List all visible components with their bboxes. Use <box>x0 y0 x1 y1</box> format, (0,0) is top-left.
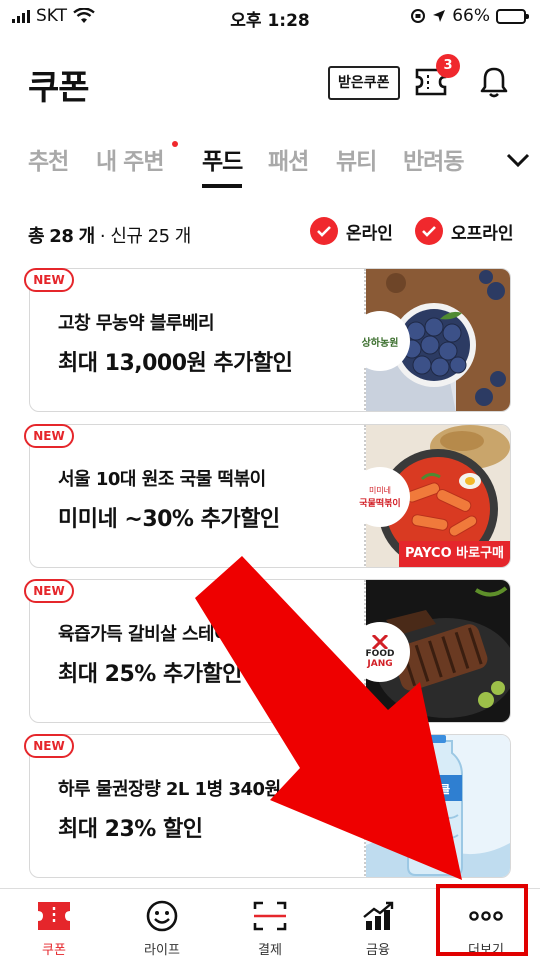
coupon-benefit: 최대 23% 할인 <box>58 817 203 842</box>
bell-icon[interactable] <box>476 64 512 100</box>
offline-filter-checkbox[interactable]: 오프라인 <box>415 217 514 245</box>
new-badge: NEW <box>24 424 74 448</box>
coupon-card[interactable]: 고창 무농약 블루베리 최대 13,000원 추가할인 상하농원 <box>29 268 511 412</box>
coupon-subtitle: 육즙가득 갈비살 스테이크 등 <box>58 624 269 645</box>
check-icon <box>310 217 338 245</box>
coupon-benefit: 최대 13,000원 추가할인 <box>58 351 293 376</box>
new-badge: NEW <box>24 579 74 603</box>
location-icon <box>433 10 446 22</box>
coupon-subtitle: 고창 무농약 블루베리 <box>58 313 215 334</box>
tab-nearby[interactable]: 내 주변 <box>96 142 164 176</box>
coupon-count: 총 28 개 · 신규 25 개 <box>28 226 191 247</box>
coupon-subtitle: 하루 물권장량 2L 1병 340원 <box>58 779 281 800</box>
coupon-benefit: 최대 25% 추가할인 <box>58 662 242 687</box>
nav-coupon[interactable]: 쿠폰 <box>0 889 108 961</box>
coupon-icon <box>38 902 70 930</box>
coupon-card[interactable]: 하루 물권장량 2L 1병 340원 최대 23% 할인 스파클 <box>29 734 511 878</box>
brand-logo: 미미네 국물떡볶이 <box>350 467 410 527</box>
coupon-card[interactable]: 육즙가득 갈비살 스테이크 등 최대 25% 추가할인 FOOD JANG <box>29 579 511 723</box>
nav-life[interactable]: 라이프 <box>108 889 216 961</box>
nav-payment[interactable]: 결제 <box>216 889 324 961</box>
filter-bar: 총 28 개 · 신규 25 개 온라인 오프라인 <box>0 214 540 254</box>
online-filter-checkbox[interactable]: 온라인 <box>310 217 393 245</box>
category-tabs: 추천 내 주변 푸드 패션 뷰티 반려동 <box>0 138 540 190</box>
new-dot-indicator <box>172 141 178 147</box>
status-bar: SKT 오후 1:28 66% <box>0 0 540 34</box>
coupon-card[interactable]: 서울 10대 원조 국물 떡볶이 미미네 ~30% 추가할인 미미네 국물떡볶이… <box>29 424 511 568</box>
check-icon <box>415 217 443 245</box>
nav-finance[interactable]: 금융 <box>324 889 432 961</box>
product-label: 스파클 <box>420 782 450 796</box>
battery-percent: 66% <box>452 6 490 26</box>
scan-icon <box>253 901 287 931</box>
chevron-down-icon[interactable] <box>498 138 540 188</box>
battery-icon <box>496 8 529 24</box>
brand-logo: FOOD JANG <box>350 622 410 682</box>
coupon-benefit: 미미네 ~30% 추가할인 <box>58 507 280 532</box>
brand-logo: 상하농원 <box>350 311 410 371</box>
smile-icon <box>146 900 178 932</box>
new-badge: NEW <box>24 734 74 758</box>
tab-food[interactable]: 푸드 <box>202 142 243 188</box>
payco-badge: PAYCO 바로구매 <box>398 541 510 567</box>
new-badge: NEW <box>24 268 74 292</box>
received-coupons-button[interactable]: 받은쿠폰 <box>328 66 400 100</box>
chart-icon <box>363 901 394 930</box>
logo-x-icon <box>371 635 389 649</box>
coupon-subtitle: 서울 10대 원조 국물 떡볶이 <box>58 469 266 490</box>
tab-beauty[interactable]: 뷰티 <box>336 142 377 176</box>
page-title: 쿠폰 <box>28 68 90 108</box>
tab-pet[interactable]: 반려동 <box>403 142 464 176</box>
ticket-count-badge: 3 <box>436 54 460 78</box>
product-image: 스파클 <box>366 735 510 877</box>
tab-recommended[interactable]: 추천 <box>28 142 69 176</box>
page-header: 쿠폰 받은쿠폰 3 <box>0 50 540 120</box>
rotation-lock-icon <box>411 9 426 23</box>
tab-fashion[interactable]: 패션 <box>268 142 309 176</box>
annotation-highlight-box <box>436 884 528 956</box>
